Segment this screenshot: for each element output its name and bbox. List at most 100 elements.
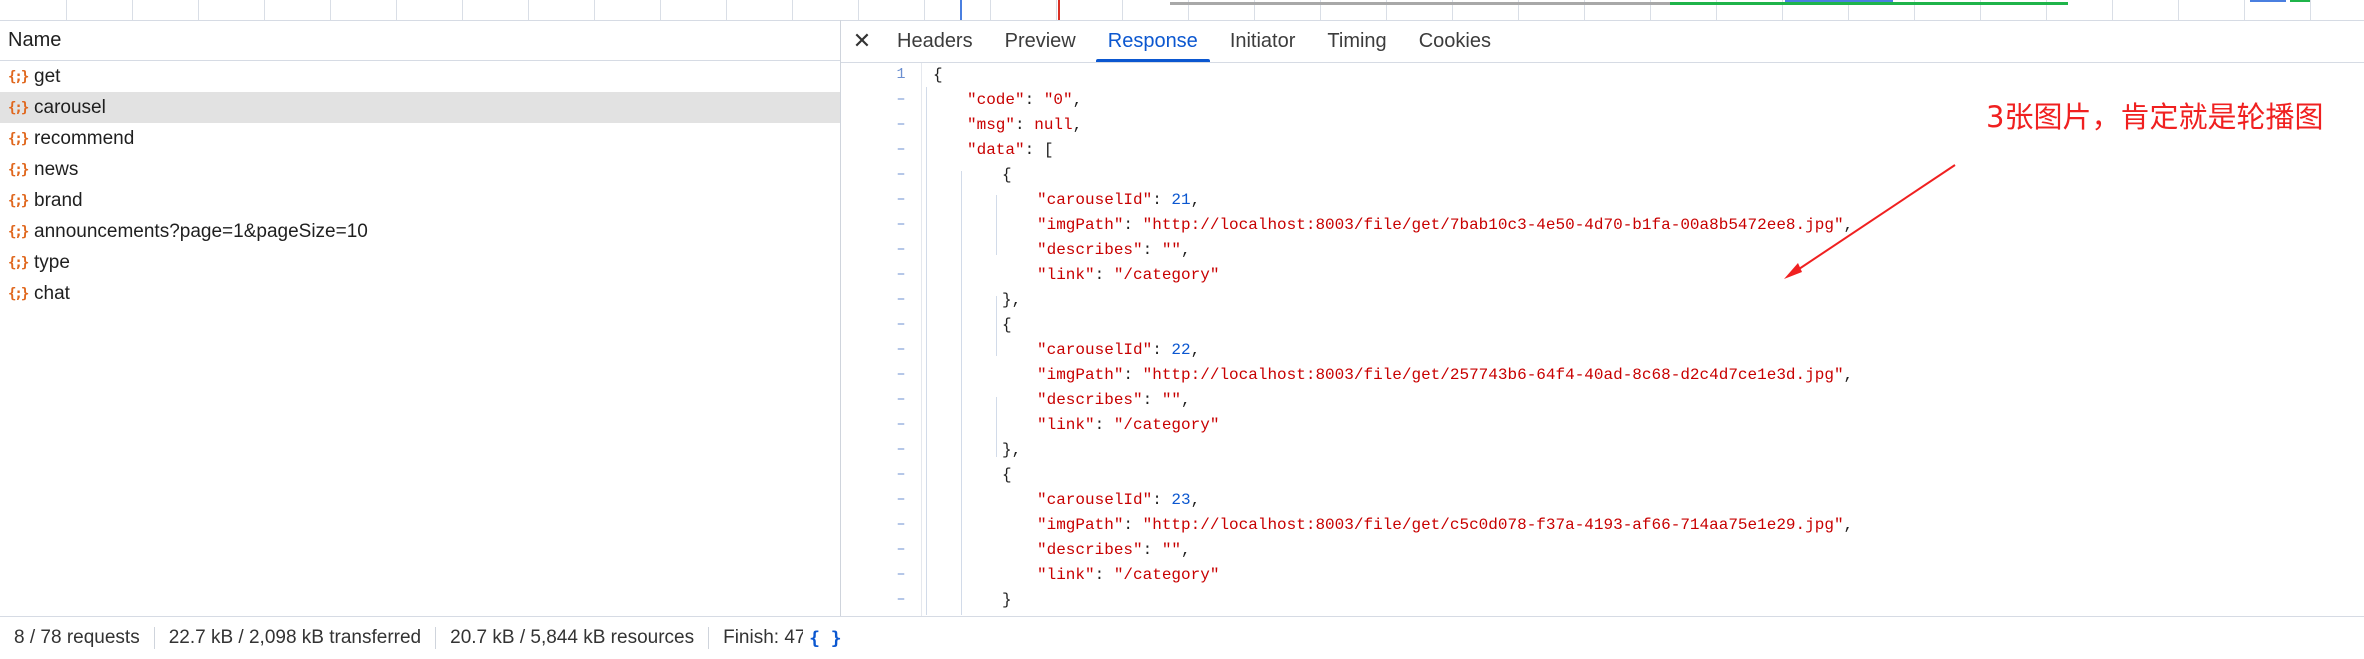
json-icon: {;} <box>8 254 29 271</box>
timeline-gridline <box>66 0 67 20</box>
code-line: "imgPath": "http://localhost:8003/file/g… <box>1037 216 1854 234</box>
fold-marker[interactable]: – <box>891 188 911 212</box>
fold-marker[interactable]: – <box>891 313 911 337</box>
request-row-news[interactable]: {;} news <box>0 154 840 185</box>
fold-marker[interactable]: – <box>891 488 911 512</box>
fold-marker[interactable]: – <box>891 563 911 587</box>
code-line: "link": "/category" <box>1037 566 1220 584</box>
fold-marker[interactable]: – <box>891 288 911 312</box>
code-line: "link": "/category" <box>1037 266 1220 284</box>
response-code-viewer[interactable]: 1 – – – – – – – – – – – – – – – – – – – … <box>841 63 2364 616</box>
timeline-gridline <box>396 0 397 20</box>
fold-marker[interactable]: – <box>891 263 911 287</box>
fold-marker[interactable]: – <box>891 113 911 137</box>
request-row-type[interactable]: {;} type <box>0 247 840 278</box>
code-line: "msg": null, <box>967 116 1083 134</box>
finish-time: Finish: 476 ms <box>723 627 804 648</box>
fold-marker[interactable]: – <box>891 238 911 262</box>
json-icon: {;} <box>8 161 29 178</box>
timeline-gridline <box>264 0 265 20</box>
timeline-gridline <box>2310 0 2311 20</box>
carousel-id-value: 21 <box>1171 191 1191 209</box>
timeline-gridline <box>330 0 331 20</box>
code-line: { <box>1002 166 1012 184</box>
carousel-id-value: 22 <box>1171 341 1191 359</box>
tab-initiator[interactable]: Initiator <box>1214 20 1312 62</box>
fold-marker[interactable]: – <box>891 388 911 412</box>
fold-marker[interactable]: – <box>891 588 911 612</box>
img-path-value: "http://localhost:8003/file/get/7bab10c3… <box>1142 216 1844 234</box>
fold-marker[interactable]: – <box>891 213 911 237</box>
json-icon: {;} <box>8 223 29 240</box>
link-value: "/category" <box>1113 266 1220 284</box>
timeline-gridline <box>792 0 793 20</box>
line-number: 1 <box>896 66 906 83</box>
request-waterfall-bar <box>2290 0 2310 2</box>
request-waterfall-bar <box>1670 2 2068 5</box>
request-name: brand <box>34 189 83 211</box>
network-status-bar: 8 / 78 requests 22.7 kB / 2,098 kB trans… <box>0 616 2364 659</box>
tab-headers[interactable]: Headers <box>881 20 989 62</box>
fold-marker[interactable]: – <box>891 463 911 487</box>
fold-marker[interactable]: – <box>891 338 911 362</box>
code-line: "carouselId": 22, <box>1037 341 1201 359</box>
timeline-gridline <box>726 0 727 20</box>
resources-size: 20.7 kB / 5,844 kB resources <box>436 627 710 649</box>
tab-preview[interactable]: Preview <box>989 20 1092 62</box>
request-row-brand[interactable]: {;} brand <box>0 185 840 216</box>
tab-cookies[interactable]: Cookies <box>1403 20 1507 62</box>
img-path-value: "http://localhost:8003/file/get/c5c0d078… <box>1142 516 1844 534</box>
fold-marker[interactable]: – <box>891 163 911 187</box>
timeline-gridline <box>528 0 529 20</box>
timeline-gridline <box>594 0 595 20</box>
tab-timing[interactable]: Timing <box>1311 20 1402 62</box>
request-name: carousel <box>34 96 106 118</box>
timeline-gridline <box>1056 0 1057 20</box>
indent-guide <box>996 296 997 356</box>
json-icon: {;} <box>8 130 29 147</box>
request-row-announcements[interactable]: {;} announcements?page=1&pageSize=10 <box>0 216 840 247</box>
request-list-panel: Name {;} get {;} carousel {;} recommend … <box>0 20 841 616</box>
request-row-recommend[interactable]: {;} recommend <box>0 123 840 154</box>
detail-tab-bar: ✕ Headers Preview Response Initiator Tim… <box>841 20 2364 63</box>
code-line: { <box>1002 316 1012 334</box>
fold-marker[interactable]: – <box>891 138 911 162</box>
tab-response[interactable]: Response <box>1092 20 1214 62</box>
code-line: "describes": "", <box>1037 241 1191 259</box>
fold-marker[interactable]: – <box>891 438 911 462</box>
code-line: "carouselId": 21, <box>1037 191 1201 209</box>
code-line: "carouselId": 23, <box>1037 491 1201 509</box>
timeline-gridline <box>132 0 133 20</box>
timeline-gridline <box>2112 0 2113 20</box>
line-number-gutter: 1 – – – – – – – – – – – – – – – – – – – … <box>841 63 922 616</box>
fold-marker[interactable]: – <box>891 88 911 112</box>
network-overview-timeline[interactable] <box>0 0 2364 21</box>
name-column-header[interactable]: Name <box>0 20 840 61</box>
timeline-gridline <box>1122 0 1123 20</box>
request-name: type <box>34 251 70 273</box>
json-icon: {;} <box>8 285 29 302</box>
describes-value: "" <box>1161 241 1182 259</box>
request-row-get[interactable]: {;} get <box>0 61 840 92</box>
msg-value: null <box>1034 116 1073 134</box>
code-line: "link": "/category" <box>1037 416 1220 434</box>
json-icon: {;} <box>8 99 29 116</box>
fold-marker[interactable]: – <box>891 513 911 537</box>
request-waterfall-bar <box>1785 0 1893 2</box>
request-name: get <box>34 65 61 87</box>
close-icon[interactable]: ✕ <box>843 20 881 62</box>
fold-marker[interactable]: – <box>891 538 911 562</box>
timeline-gridline <box>2244 0 2245 20</box>
fold-marker[interactable]: – <box>891 363 911 387</box>
pretty-print-icon[interactable]: { } <box>809 628 842 649</box>
link-value: "/category" <box>1113 416 1220 434</box>
load-event-marker <box>1058 0 1060 20</box>
request-row-carousel[interactable]: {;} carousel <box>0 92 840 123</box>
describes-value: "" <box>1161 391 1182 409</box>
code-line: "data": [ <box>967 141 1054 159</box>
fold-marker[interactable]: – <box>891 413 911 437</box>
indent-guide <box>961 171 962 615</box>
code-line: "imgPath": "http://localhost:8003/file/g… <box>1037 516 1854 534</box>
img-path-value: "http://localhost:8003/file/get/257743b6… <box>1142 366 1844 384</box>
request-row-chat[interactable]: {;} chat <box>0 278 840 309</box>
